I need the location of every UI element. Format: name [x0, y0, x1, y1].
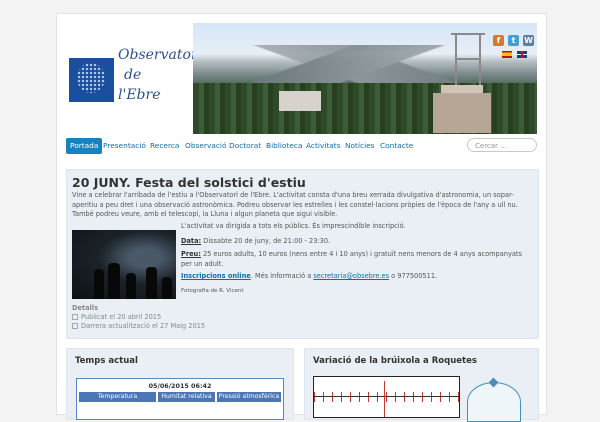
facebook-icon[interactable]: f	[493, 35, 504, 46]
published-text: Publicat el 20 abril 2015	[81, 313, 162, 321]
nav-item-recerca[interactable]: Recerca	[150, 138, 179, 154]
weather-table: 05/06/2015 06:42 Temperatura Humitat rel…	[76, 378, 284, 420]
search-input[interactable]: Cercar ...	[467, 138, 537, 152]
nav-item-noticies[interactable]: Notícies	[345, 138, 375, 154]
nav-item-contacte[interactable]: Contacte	[380, 138, 413, 154]
date-value: Dissabte 20 de juny, de 21:00 - 23:30.	[201, 237, 331, 245]
twitter-icon[interactable]: t	[508, 35, 519, 46]
observatory-building-image	[433, 93, 491, 133]
signup-text-1: . Més informació a	[250, 272, 314, 280]
email-link[interactable]: secretaria@obsebre.es	[313, 272, 389, 280]
logo-line-2: de	[124, 67, 142, 83]
header-photo: f t W	[193, 23, 537, 134]
weather-col-pressure: Pressió atmosfèrica	[217, 392, 281, 402]
details-label: Detalls	[72, 304, 98, 312]
weather-col-temperature: Temperatura	[79, 392, 156, 402]
weather-col-humidity: Humitat relativa	[158, 392, 215, 402]
article-signup: Inscripcions online. Més informació a se…	[181, 272, 531, 282]
wordpress-icon[interactable]: W	[523, 35, 534, 46]
compass-variation-widget: Variació de la brúixola a Roquetes	[304, 348, 539, 422]
article-photo	[72, 230, 176, 299]
article-title[interactable]: 20 JUNY. Festa del solstici d'estiu	[72, 175, 306, 190]
compass-chart	[313, 376, 460, 418]
nav-item-doctorat[interactable]: Doctorat	[229, 138, 261, 154]
nav-item-biblioteca[interactable]: Biblioteca	[266, 138, 302, 154]
price-value: 25 euros adults, 10 euros (nens entre 4 …	[181, 250, 522, 268]
nav-item-observacio[interactable]: Observació	[185, 138, 227, 154]
nav-item-presentacio[interactable]: Presentació	[103, 138, 146, 154]
updated-date: Darrera actualització el 27 Maig 2015	[72, 322, 205, 330]
price-label: Preu:	[181, 250, 201, 258]
article-date: Data: Dissabte 20 de juny, de 21:00 - 23…	[181, 237, 531, 247]
logo-text: Observatori de l'Ebre	[118, 45, 202, 105]
nav-item-activitats[interactable]: Activitats	[306, 138, 341, 154]
logo-line-3: l'Ebre	[118, 87, 161, 103]
weather-title: Temps actual	[75, 356, 138, 366]
page-container: Observatori de l'Ebre f t W Portada Pres…	[56, 13, 547, 422]
flag-spanish-icon[interactable]	[502, 51, 512, 58]
article-audience: L'activitat va dirigida a tots els públi…	[181, 222, 406, 230]
antenna-tower-image	[451, 33, 485, 88]
updated-text: Darrera actualització el 27 Maig 2015	[81, 322, 206, 330]
calendar-edit-icon	[72, 323, 78, 329]
site-logo[interactable]: Observatori de l'Ebre	[66, 23, 202, 134]
signup-text-2: o 977500511.	[389, 272, 438, 280]
date-label: Data:	[181, 237, 202, 245]
signup-link[interactable]: Inscripcions online	[181, 272, 251, 280]
compass-title: Variació de la brúixola a Roquetes	[313, 356, 477, 366]
building-image	[279, 91, 321, 111]
logo-emblem-icon	[69, 58, 114, 102]
logo-line-1: Observatori	[118, 47, 203, 63]
article-intro: Vine a celebrar l'arribada de l'estiu a …	[72, 191, 518, 218]
nav-item-portada[interactable]: Portada	[66, 138, 103, 154]
calendar-icon	[72, 314, 78, 320]
published-date: Publicat el 20 abril 2015	[72, 313, 161, 321]
compass-needle-icon	[384, 381, 385, 417]
featured-article: 20 JUNY. Festa del solstici d'estiu Vine…	[66, 169, 539, 339]
current-weather-widget: Temps actual 05/06/2015 06:42 Temperatur…	[66, 348, 294, 420]
compass-rose-icon	[467, 377, 521, 422]
flag-english-icon[interactable]	[517, 51, 527, 58]
article-price: Preu: 25 euros adults, 10 euros (nens en…	[181, 250, 531, 269]
photo-credit: Fotografia de R. Vicent	[181, 288, 244, 294]
weather-date: 05/06/2015 06:42	[148, 382, 212, 390]
header-banner: Observatori de l'Ebre f t W	[66, 23, 537, 134]
